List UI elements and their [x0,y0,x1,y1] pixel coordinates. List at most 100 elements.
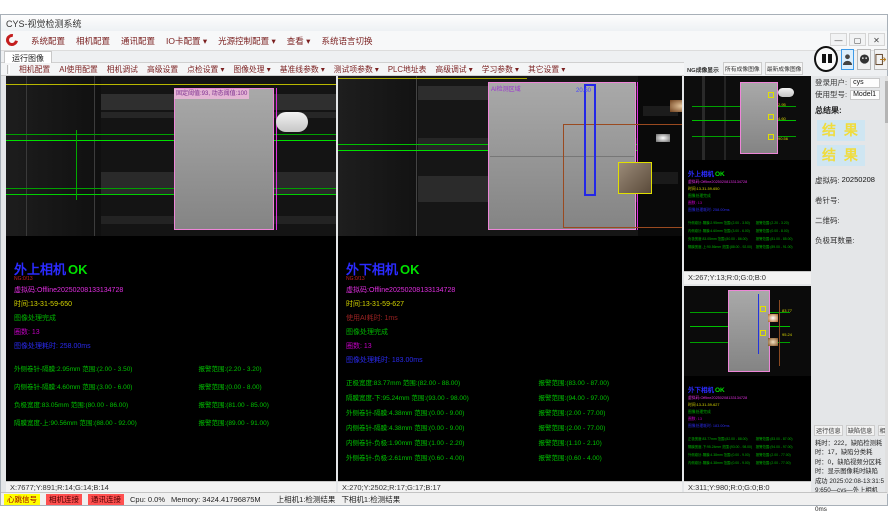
cpu-usage: Cpu: 0.0% [130,495,165,504]
thumbnail-text: 外下相机OK 虚拟码:Offline20250208133134728 时间:1… [688,384,809,465]
result-ok-badge: OK [400,262,420,277]
menu-item-view[interactable]: 查看 ▾ [287,35,311,47]
heartbeat-badge: 心跳信号 [4,494,40,505]
ai-region-label: AI检测区域 [491,84,521,93]
roi-line-brown [779,300,780,366]
menu-item-light-config[interactable]: 光源控制配置 ▾ [218,35,276,47]
magenta-edge-line [276,88,277,230]
logout-icon [875,53,887,66]
bright-spot [670,100,682,112]
ng-thumbnail-2[interactable]: 83.77 95.24 外下相机OK 虚拟码:Offline2025020813… [684,286,811,494]
toolbar-image-processing[interactable]: 图像处理 ▾ [233,64,270,75]
winding-pin [276,112,308,132]
toolbar-spot-check[interactable]: 点检设置 ▾ [187,64,224,75]
green-guide-line [6,188,336,189]
virtual-code-field: 虚拟码:20250208 [815,175,885,186]
memory-usage: Memory: 3424.41796875M [171,495,261,504]
processing-done-line: 图像处理完成 [14,313,332,323]
toolbar-baseline-params[interactable]: 基准线参数 ▾ [280,64,325,75]
status-bar: 心跳信号 相机连接 通讯连接 Cpu: 0.0% Memory: 3424.41… [1,492,887,505]
camera-panel-lower: AI检测区域 20.60 外下相机OK NG:0/13 虚拟码:Offline2… [338,76,682,494]
logout-button[interactable] [874,49,888,70]
main-area: 固定阈值:93, 动态阈值:100 外上相机OK NG:0/13 虚拟码:Off… [1,76,888,494]
toolbar-test-params[interactable]: 测试项参数 ▾ [334,64,379,75]
login-user-row: 登录用户: cys [815,77,885,88]
camera-result-text-upper: 外上相机OK NG:0/13 虚拟码:Offline20250208133134… [14,259,332,435]
pause-button[interactable] [814,46,838,72]
ai-elapsed-line: 使用AI耗时: 1ms [346,313,678,323]
pause-icon [822,54,826,63]
tab-run-image[interactable]: 运行图像 [4,51,52,63]
menu-item-camera-config[interactable]: 相机配置 [76,35,110,47]
time-line: 时间:13-31-59-627 [346,299,678,309]
ng-gallery-header: NG成像显示 所有成像图像 最新成像图像 [684,59,811,76]
camera-image-upper[interactable]: 固定阈值:93, 动态阈值:100 [6,76,336,236]
toolbar-learning-params[interactable]: 学习参数 ▾ [482,64,519,75]
machine-edge [724,76,726,160]
login-user-value[interactable]: cys [850,78,880,88]
model-row: 使用型号: Model1 [815,89,885,100]
tab-latest-images[interactable]: 最新成像图像 [765,62,804,75]
loop-count-line: 圈数: 13 [346,341,678,351]
thumbnail-image: 83.77 95.24 [684,286,811,376]
tab-all-images[interactable]: 所有成像图像 [723,62,762,75]
toolbar-grip [7,65,10,74]
machine-edge [94,76,95,236]
roi-line-blue [758,294,759,354]
toolbar-camera-config[interactable]: 相机配置 [19,64,50,75]
measurement-row: 隔膜宽度-上:90.56mm 范围:(88.00 - 92.00)报警范围:(8… [14,417,332,427]
toolbar-other-settings[interactable]: 其它设置 ▾ [528,64,565,75]
roi-box-yellow [760,330,766,336]
upper-camera-status: 上相机1:检测结果 [277,494,336,505]
measurement-row: 内侧卷针-隔膜:4.38mm 范围:(0.00 - 9.00)报警范围:(2.0… [346,422,678,432]
camera-panel-upper: 固定阈值:93, 动态阈值:100 外上相机OK NG:0/13 虚拟码:Off… [6,76,336,494]
pause-icon [828,54,832,63]
threshold-overlay-label: 固定阈值:93, 动态阈值:100 [174,89,249,99]
measure-tag: 2.95 [778,102,786,107]
sidebar: 登录用户: cys 使用型号: Model1 总结果: 结 果 结 果 虚拟码:… [814,76,885,494]
toolbar-advanced-debug[interactable]: 高级调试 ▾ [435,64,472,75]
menu-item-system-config[interactable]: 系统配置 [31,35,65,47]
toolbar-plc-table[interactable]: PLC地址表 [388,64,427,75]
menu-bar: 系统配置 相机配置 通讯配置 IO卡配置 ▾ 光源控制配置 ▾ 查看 ▾ 系统语… [1,31,887,51]
processing-done-line: 图像处理完成 [346,327,678,337]
toolbar-advanced-settings[interactable]: 高级设置 [147,64,178,75]
model-select[interactable]: Model1 [850,90,880,100]
result-box-upper: 结 果 [817,120,865,141]
bright-spot [768,314,778,322]
menu-item-io-config[interactable]: IO卡配置 ▾ [166,35,207,47]
lower-camera-status: 下相机1:检测结果 [341,494,400,505]
ng-thumbnail-1[interactable]: 2.95 4.60 90.56 外上相机OK 虚拟码:Offline202502… [684,76,811,284]
operator-button[interactable] [857,49,871,70]
tab-run-info[interactable]: 运行信息 [814,425,843,436]
machine-edge [26,76,27,236]
elapsed-line: 图像处理耗时: 258.00ms [14,341,332,351]
camera-result-text-lower: 外下相机OK NG:0/13 虚拟码:Offline20250208133134… [346,259,678,467]
user-button[interactable] [841,49,855,70]
toolbar-ai-config[interactable]: AI使用配置 [59,64,98,75]
measurement-rows: 正极宽度:83.77mm 范围:(82.00 - 88.00)报警范围:(83.… [346,377,678,462]
menu-item-language[interactable]: 系统语言切换 [321,35,372,47]
camera-image-lower[interactable]: AI检测区域 20.60 [338,76,682,236]
measurement-row: 外侧卷针-隔膜:4.38mm 范围:(0.00 - 9.00)报警范围:(2.0… [346,407,678,417]
tab-defect-info[interactable]: 缺陷信息 [846,425,875,436]
roi-box-yellow [768,92,774,98]
measurement-row: 内侧卷针-负极:1.90mm 范围:(1.00 - 2.20)报警范围:(1.1… [346,437,678,447]
measurement-row: 外侧卷针-隔膜:2.95mm 范围:(2.00 - 3.50)报警范围:(2.2… [14,363,332,373]
machine-edge [702,76,705,160]
negative-tab-count-field: 负极耳数量: [815,235,885,246]
elapsed-line: 图像处理耗时: 183.00ms [346,355,678,365]
user-icon [842,53,853,66]
virtual-code-line: 虚拟码:Offline20250208133134728 [346,285,678,295]
menu-item-comm-config[interactable]: 通讯配置 [121,35,155,47]
toolbar-camera-debug[interactable]: 相机调试 [107,64,138,75]
measure-tag: 20.60 [576,88,591,94]
measure-tag: 83.77 [782,308,792,313]
operator-icon [859,53,870,66]
app-window: CYS-视觉检测系统 系统配置 相机配置 通讯配置 IO卡配置 ▾ 光源控制配置… [0,0,888,522]
page-tab-strip: 运行图像 [1,51,684,63]
roi-box-yellow [768,134,774,140]
loop-count-line: 圈数: 13 [14,327,332,337]
title-bar[interactable]: CYS-视觉检测系统 [1,15,887,31]
roi-box-yellow [760,306,766,312]
